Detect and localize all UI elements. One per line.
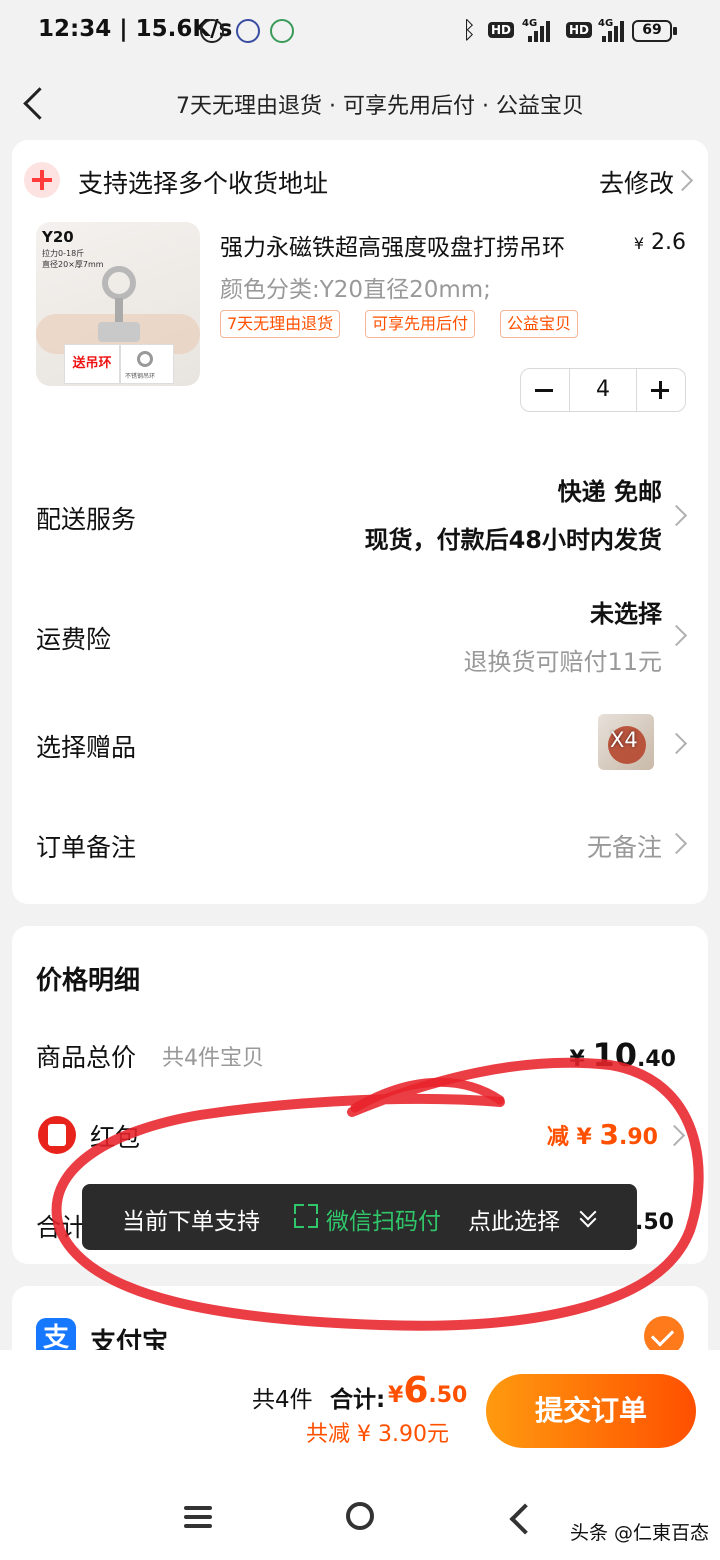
address-row[interactable]: 支持选择多个收货地址 去修改	[12, 140, 708, 218]
red-packet-icon	[38, 1116, 76, 1154]
minus-button[interactable]	[521, 369, 567, 411]
goods-total-label: 商品总价	[36, 1043, 137, 1072]
total-label: 合计	[36, 1213, 87, 1242]
address-hint: 支持选择多个收货地址	[78, 169, 329, 198]
chevron-right-icon	[663, 1124, 686, 1147]
toast-text: 当前下单支持	[122, 1209, 260, 1235]
plus-icon	[24, 162, 60, 198]
insurance-row[interactable]: 运费险 未选择 退换货可赔付11元	[12, 580, 708, 690]
delivery-label: 配送服务	[36, 505, 137, 534]
chevron-right-icon	[665, 832, 688, 855]
insurance-label: 运费险	[36, 625, 112, 654]
product-image-spec: 直径20×厚7mm	[42, 260, 104, 269]
product-image[interactable]: Y20 拉力0-18斤 直径20×厚7mm 送吊环 不锈钢吊环	[36, 222, 200, 386]
note-value: 无备注	[586, 833, 662, 862]
header-title: 7天无理由退货 · 可享先用后付 · 公益宝贝	[176, 94, 584, 119]
top-header: 7天无理由退货 · 可享先用后付 · 公益宝贝	[0, 62, 720, 140]
eye-bolt-ring	[102, 266, 136, 300]
product-variant[interactable]: 颜色分类:Y20直径20mm;	[220, 270, 491, 304]
checkout-bar: 共4件 合计: ¥6.50 共减 ¥ 3.90元 提交订单	[0, 1350, 720, 1473]
order-card: Y20 拉力0-18斤 直径20×厚7mm 送吊环 不锈钢吊环 强力永磁铁超高强…	[12, 218, 708, 904]
chevron-right-icon	[671, 169, 694, 192]
scan-icon	[294, 1204, 318, 1228]
total-amount: ¥6.50	[388, 1370, 468, 1411]
battery-icon: 69	[632, 20, 677, 42]
product-image-tag: 送吊环	[64, 344, 120, 384]
chevron-right-icon	[665, 624, 688, 647]
status-bar: 12:34 | 15.6K/s ᛒ HD 4G HD 4G 69	[0, 0, 720, 62]
edit-address-link[interactable]: 去修改	[599, 164, 674, 200]
service-tag: 公益宝贝	[500, 310, 579, 338]
red-packet-label[interactable]: 红包	[90, 1118, 140, 1154]
system-nav-bar: 头条 @仁東百态	[0, 1472, 720, 1560]
product-title[interactable]: 强力永磁铁超高强度吸盘打捞吊环	[220, 228, 565, 262]
watermark: 头条 @仁東百态	[570, 1522, 710, 1544]
quantity-stepper: 4	[520, 368, 686, 412]
home-icon[interactable]	[346, 1502, 374, 1530]
price-detail-title: 价格明细	[36, 966, 141, 996]
product-image-model: Y20	[42, 228, 74, 246]
total-label: 合计:	[330, 1387, 386, 1413]
quantity-value[interactable]: 4	[569, 369, 637, 411]
note-label: 订单备注	[36, 833, 137, 862]
delivery-row[interactable]: 配送服务 快递 免邮 现货，付款后48小时内发货	[12, 458, 708, 568]
product-image-tag: 不锈钢吊环	[120, 344, 174, 384]
product-price: ¥ 2.6	[633, 230, 686, 255]
submit-order-button[interactable]: 提交订单	[486, 1374, 696, 1448]
clock-app-icon	[236, 19, 260, 43]
chevron-right-icon	[665, 504, 688, 527]
wechat-pay-toast[interactable]: 当前下单支持 微信扫码付 点此选择	[82, 1184, 637, 1250]
back-icon[interactable]	[509, 1503, 541, 1535]
bluetooth-icon: ᛒ	[462, 16, 477, 44]
menu-icon[interactable]	[184, 1506, 212, 1528]
signal-icon: 4G	[522, 18, 550, 42]
magnet-shape	[98, 322, 140, 342]
goods-count: 共4件宝贝	[162, 1046, 264, 1071]
service-tag: 可享先用后付	[365, 310, 476, 338]
wechat-pay-text: 微信扫码付	[326, 1209, 441, 1235]
delivery-time: 现货，付款后48小时内发货	[364, 526, 662, 554]
note-row[interactable]: 订单备注 无备注	[12, 802, 708, 882]
app-notification-icon	[270, 19, 294, 43]
total-value: .50	[635, 1210, 674, 1235]
insurance-status: 未选择	[590, 600, 662, 628]
plus-button[interactable]	[637, 369, 683, 411]
insurance-desc: 退换货可赔付11元	[463, 648, 662, 676]
total-discount: 共减 ¥ 3.90元	[306, 1422, 449, 1447]
chevron-right-icon	[665, 732, 688, 755]
goods-total-value: ¥ 10.40	[569, 1036, 677, 1074]
gift-label: 选择赠品	[36, 733, 137, 762]
hd-badge: HD	[488, 22, 515, 38]
delivery-method: 快递 免邮	[557, 478, 662, 506]
gift-thumbnail[interactable]: X4	[598, 714, 654, 770]
alarm-icon	[200, 19, 224, 43]
service-tag: 7天无理由退货	[220, 310, 341, 338]
back-arrow-icon[interactable]	[23, 87, 56, 120]
red-packet-discount[interactable]: 减 ¥ 3.90	[547, 1118, 658, 1151]
signal-icon-2: 4G	[598, 18, 624, 42]
product-image-spec: 拉力0-18斤	[42, 249, 85, 258]
hd-badge-2: HD	[566, 22, 593, 38]
item-count: 共4件	[252, 1387, 313, 1413]
toast-select-link[interactable]: 点此选择	[468, 1202, 560, 1236]
